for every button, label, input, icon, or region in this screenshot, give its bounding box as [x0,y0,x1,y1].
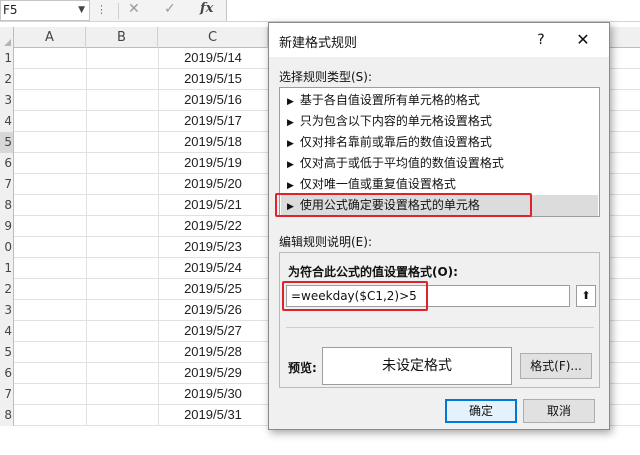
more-icon: ⋮ [96,3,108,16]
name-box[interactable]: F5 ▼ [0,0,90,21]
row-header[interactable]: 8 [0,195,14,216]
row-header[interactable]: 9 [0,216,14,237]
triangle-right-icon: ▶ [287,139,294,149]
row-header[interactable]: 4 [0,321,14,342]
date-cell[interactable]: 2019/5/19 [158,153,268,174]
rule-type-item[interactable]: ▶ 仅对高于或低于平均值的数值设置格式 [281,153,598,174]
row-header[interactable]: 1 [0,48,14,69]
row-header[interactable]: 7 [0,384,14,405]
rule-type-item-label: 使用公式确定要设置格式的单元格 [299,198,480,212]
chevron-down-icon[interactable]: ▼ [78,1,85,20]
rule-type-item-selected[interactable]: ▶ 使用公式确定要设置格式的单元格 [281,195,598,216]
triangle-right-icon: ▶ [287,118,294,128]
edit-rule-description-label: 编辑规则说明(E): [279,235,372,249]
preview-label: 预览: [288,361,317,375]
column-header-a[interactable]: A [14,27,86,48]
row-header[interactable]: 5 [0,132,14,153]
column-header-b[interactable]: B [86,27,158,48]
triangle-right-icon: ▶ [287,97,294,107]
row-header[interactable]: 6 [0,363,14,384]
rule-type-list: ▶ 基于各自值设置所有单元格的格式 ▶ 只为包含以下内容的单元格设置格式 ▶ 仅对排名… [279,87,600,217]
row-header[interactable]: 3 [0,300,14,321]
edit-rule-panel: 为符合此公式的值设置格式(O): =weekday($C1,2)>5 ⬆ 预览:… [279,252,600,388]
formula-bar: F5 ▼ ⋮ ✕ ✓ fx [0,0,640,22]
date-cell[interactable]: 2019/5/31 [158,405,268,426]
cancel-button[interactable]: 取消 [523,399,595,423]
date-cell[interactable]: 2019/5/27 [158,321,268,342]
rule-type-item-label: 只为包含以下内容的单元格设置格式 [299,114,492,128]
help-button[interactable]: ? [527,29,555,51]
formula-bar-separator [118,3,119,19]
date-cell[interactable]: 2019/5/24 [158,258,268,279]
date-cell[interactable]: 2019/5/28 [158,342,268,363]
insert-function-button[interactable]: fx [200,1,213,16]
rule-type-item[interactable]: ▶ 只为包含以下内容的单元格设置格式 [281,111,598,132]
row-header[interactable]: 2 [0,279,14,300]
row-header[interactable]: 5 [0,342,14,363]
row-header[interactable]: 3 [0,90,14,111]
date-cell[interactable]: 2019/5/20 [158,174,268,195]
row-header[interactable]: 8 [0,405,14,426]
panel-divider [286,327,594,328]
collapse-dialog-button[interactable]: ⬆ [576,285,596,307]
row-header[interactable]: 7 [0,174,14,195]
format-button[interactable]: 格式(F)... [520,353,592,379]
rule-type-item-label: 基于各自值设置所有单元格的格式 [299,93,480,107]
formula-input[interactable] [226,0,640,21]
rule-type-item-label: 仅对排名靠前或靠后的数值设置格式 [299,135,492,149]
row-header[interactable]: 1 [0,258,14,279]
rule-type-item-label: 仅对高于或低于平均值的数值设置格式 [299,156,504,170]
rule-type-item-label: 仅对唯一值或重复值设置格式 [299,177,456,191]
check-icon[interactable]: ✓ [164,1,176,17]
close-button[interactable]: ✕ [567,29,599,51]
column-header-c[interactable]: C [158,27,268,48]
date-cell[interactable]: 2019/5/26 [158,300,268,321]
date-cell[interactable]: 2019/5/18 [158,132,268,153]
name-box-value: F5 [3,3,18,17]
row-header[interactable]: 0 [0,237,14,258]
rule-type-item[interactable]: ▶ 仅对排名靠前或靠后的数值设置格式 [281,132,598,153]
date-cell[interactable]: 2019/5/15 [158,69,268,90]
ok-button[interactable]: 确定 [445,399,517,423]
rule-type-item[interactable]: ▶ 基于各自值设置所有单元格的格式 [281,90,598,111]
dialog-title-bar[interactable]: 新建格式规则 ? ✕ [269,23,609,57]
new-format-rule-dialog: 新建格式规则 ? ✕ 选择规则类型(S): ▶ 基于各自值设置所有单元格的格式 ▶… [268,22,610,430]
date-cell[interactable]: 2019/5/16 [158,90,268,111]
row-header[interactable]: 6 [0,153,14,174]
row-header[interactable]: 2 [0,69,14,90]
dialog-title: 新建格式规则 [279,36,358,51]
triangle-right-icon: ▶ [287,181,294,191]
rule-type-label: 选择规则类型(S): [279,70,373,84]
rule-type-item[interactable]: ▶ 仅对唯一值或重复值设置格式 [281,174,598,195]
date-cell[interactable]: 2019/5/14 [158,48,268,69]
preview-box: 未设定格式 [322,347,512,385]
date-cell[interactable]: 2019/5/21 [158,195,268,216]
date-cell[interactable]: 2019/5/22 [158,216,268,237]
close-icon[interactable]: ✕ [128,1,140,17]
date-cell[interactable]: 2019/5/29 [158,363,268,384]
formula-label: 为符合此公式的值设置格式(O): [288,265,458,279]
select-all-button[interactable] [0,27,14,48]
formula-input-field[interactable]: =weekday($C1,2)>5 [286,285,570,307]
row-header[interactable]: 4 [0,111,14,132]
date-cell[interactable]: 2019/5/25 [158,279,268,300]
date-cell[interactable]: 2019/5/30 [158,384,268,405]
arrow-up-icon: ⬆ [581,289,591,302]
date-cell[interactable]: 2019/5/23 [158,237,268,258]
triangle-right-icon: ▶ [287,202,294,212]
date-cell[interactable]: 2019/5/17 [158,111,268,132]
triangle-right-icon: ▶ [287,160,294,170]
